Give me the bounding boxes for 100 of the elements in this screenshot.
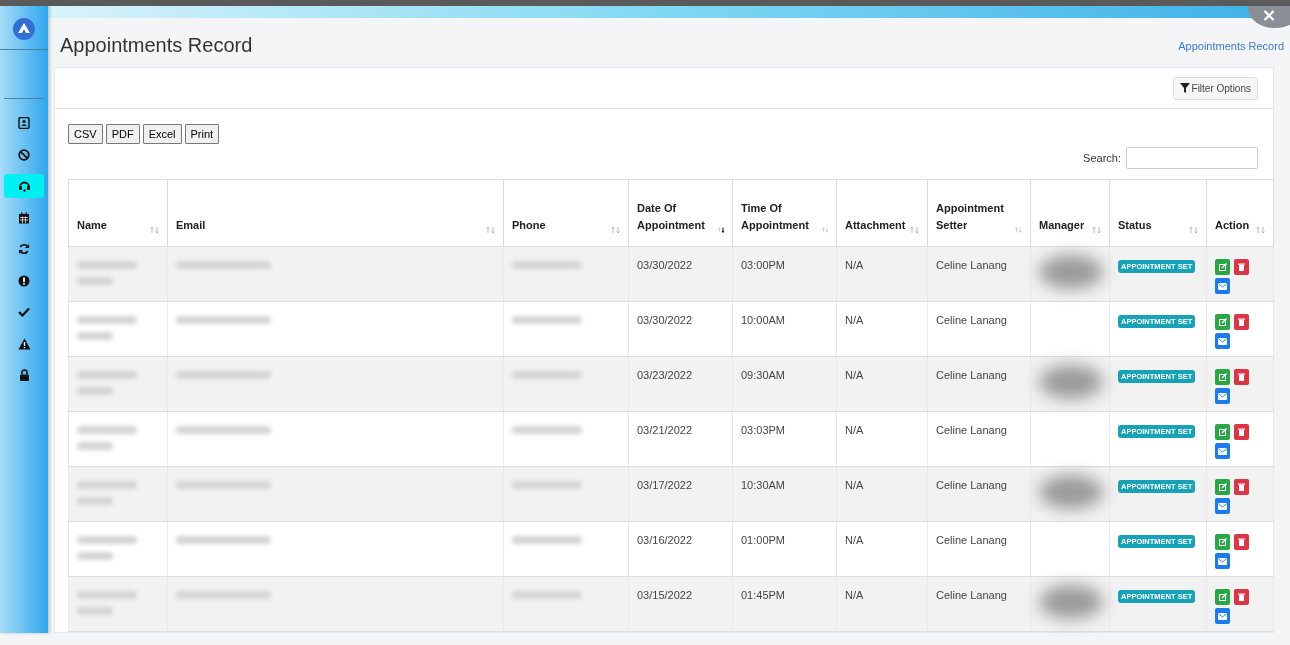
- trash-icon: [1238, 593, 1245, 601]
- column-header[interactable]: Manager: [1030, 179, 1110, 247]
- blurred-text: [512, 479, 582, 489]
- breadcrumb-link[interactable]: Appointments Record: [1178, 40, 1284, 52]
- date-cell: 03/30/2022: [628, 246, 733, 302]
- setter-cell: Celine Lanang: [927, 466, 1031, 522]
- edit-icon: [1218, 593, 1227, 601]
- date-cell: 03/30/2022: [628, 301, 733, 357]
- export-button[interactable]: Print: [184, 124, 220, 144]
- trash-icon: [1238, 373, 1245, 381]
- email-button[interactable]: [1215, 333, 1230, 349]
- column-header[interactable]: Time Of Appointment: [732, 179, 837, 247]
- setter-cell: Celine Lanang: [927, 576, 1031, 632]
- delete-button[interactable]: [1234, 534, 1249, 550]
- edit-button[interactable]: [1215, 424, 1230, 440]
- attachment-cell: N/A: [836, 301, 928, 357]
- delete-button[interactable]: [1234, 424, 1249, 440]
- time-cell: 01:00PM: [732, 521, 837, 577]
- time-cell: 09:30AM: [732, 356, 837, 412]
- search-label: Search:: [1083, 152, 1121, 164]
- delete-button[interactable]: [1234, 369, 1249, 385]
- envelope-icon: [1218, 337, 1227, 345]
- column-header[interactable]: Phone: [503, 179, 629, 247]
- date-cell: 03/15/2022: [628, 576, 733, 632]
- column-header[interactable]: Attachment: [836, 179, 928, 247]
- edit-button[interactable]: [1215, 369, 1230, 385]
- email-button[interactable]: [1215, 553, 1230, 569]
- attachment-cell: N/A: [836, 576, 928, 632]
- edit-button[interactable]: [1215, 534, 1230, 550]
- trash-icon: [1238, 318, 1245, 326]
- email-button[interactable]: [1215, 608, 1230, 624]
- envelope-icon: [1218, 282, 1227, 290]
- delete-button[interactable]: [1234, 259, 1249, 275]
- contact-card-icon: [18, 117, 30, 129]
- export-button[interactable]: CSV: [68, 124, 103, 144]
- attachment-cell: N/A: [836, 466, 928, 522]
- blurred-text: [512, 589, 582, 599]
- date-cell: 03/23/2022: [628, 356, 733, 412]
- exclamation-circle-icon: [18, 274, 30, 287]
- column-header[interactable]: Date Of Appointment: [628, 179, 733, 247]
- sidebar-item[interactable]: [4, 174, 44, 198]
- export-button[interactable]: PDF: [105, 124, 140, 144]
- edit-icon: [1218, 483, 1227, 491]
- blurred-text: [512, 534, 582, 544]
- search-field[interactable]: [1126, 147, 1258, 169]
- email-button[interactable]: [1215, 498, 1230, 514]
- setter-cell: Celine Lanang: [927, 411, 1031, 467]
- delete-button[interactable]: [1234, 314, 1249, 330]
- delete-button[interactable]: [1234, 479, 1249, 495]
- blurred-text: [77, 314, 137, 340]
- date-cell: 03/16/2022: [628, 521, 733, 577]
- attachment-cell: N/A: [836, 246, 928, 302]
- filter-options-button[interactable]: Filter Options: [1172, 76, 1258, 100]
- blurred-text: [77, 369, 137, 395]
- setter-cell: Celine Lanang: [927, 246, 1031, 302]
- edit-button[interactable]: [1215, 589, 1230, 605]
- edit-icon: [1218, 538, 1227, 546]
- email-button[interactable]: [1215, 278, 1230, 294]
- envelope-icon: [1218, 502, 1227, 510]
- edit-icon: [1218, 318, 1227, 326]
- logo-icon: [12, 17, 36, 41]
- setter-cell: Celine Lanang: [927, 356, 1031, 412]
- envelope-icon: [1218, 557, 1227, 565]
- email-button[interactable]: [1215, 388, 1230, 404]
- column-header[interactable]: Appointment Setter: [927, 179, 1031, 247]
- blurred-text: [512, 424, 582, 434]
- edit-icon: [1218, 263, 1227, 271]
- export-button[interactable]: Excel: [142, 124, 182, 144]
- trash-icon: [1238, 538, 1245, 546]
- blurred-text: [512, 259, 582, 269]
- delete-button[interactable]: [1234, 589, 1249, 605]
- trash-icon: [1238, 263, 1245, 271]
- envelope-icon: [1218, 447, 1227, 455]
- blurred-text: [512, 314, 582, 324]
- attachment-cell: N/A: [836, 411, 928, 467]
- column-header[interactable]: Name: [68, 179, 168, 247]
- headset-icon: [17, 180, 31, 192]
- time-cell: 01:45PM: [732, 576, 837, 632]
- envelope-icon: [1218, 612, 1227, 620]
- filter-icon: [1179, 83, 1190, 93]
- lock-icon: [18, 369, 30, 381]
- time-cell: 10:00AM: [732, 301, 837, 357]
- edit-button[interactable]: [1215, 314, 1230, 330]
- blurred-text: [77, 534, 137, 560]
- edit-icon: [1218, 428, 1227, 436]
- email-button[interactable]: [1215, 443, 1230, 459]
- date-cell: 03/17/2022: [628, 466, 733, 522]
- warning-icon: [17, 337, 31, 350]
- attachment-cell: N/A: [836, 521, 928, 577]
- blurred-text: [77, 259, 137, 285]
- setter-cell: Celine Lanang: [927, 301, 1031, 357]
- edit-icon: [1218, 373, 1227, 381]
- time-cell: 03:00PM: [732, 246, 837, 302]
- edit-button[interactable]: [1215, 479, 1230, 495]
- date-cell: 03/21/2022: [628, 411, 733, 467]
- edit-button[interactable]: [1215, 259, 1230, 275]
- attachment-cell: N/A: [836, 356, 928, 412]
- column-header[interactable]: Email: [167, 179, 504, 247]
- column-header[interactable]: Status: [1109, 179, 1207, 247]
- column-header[interactable]: Action: [1206, 179, 1274, 247]
